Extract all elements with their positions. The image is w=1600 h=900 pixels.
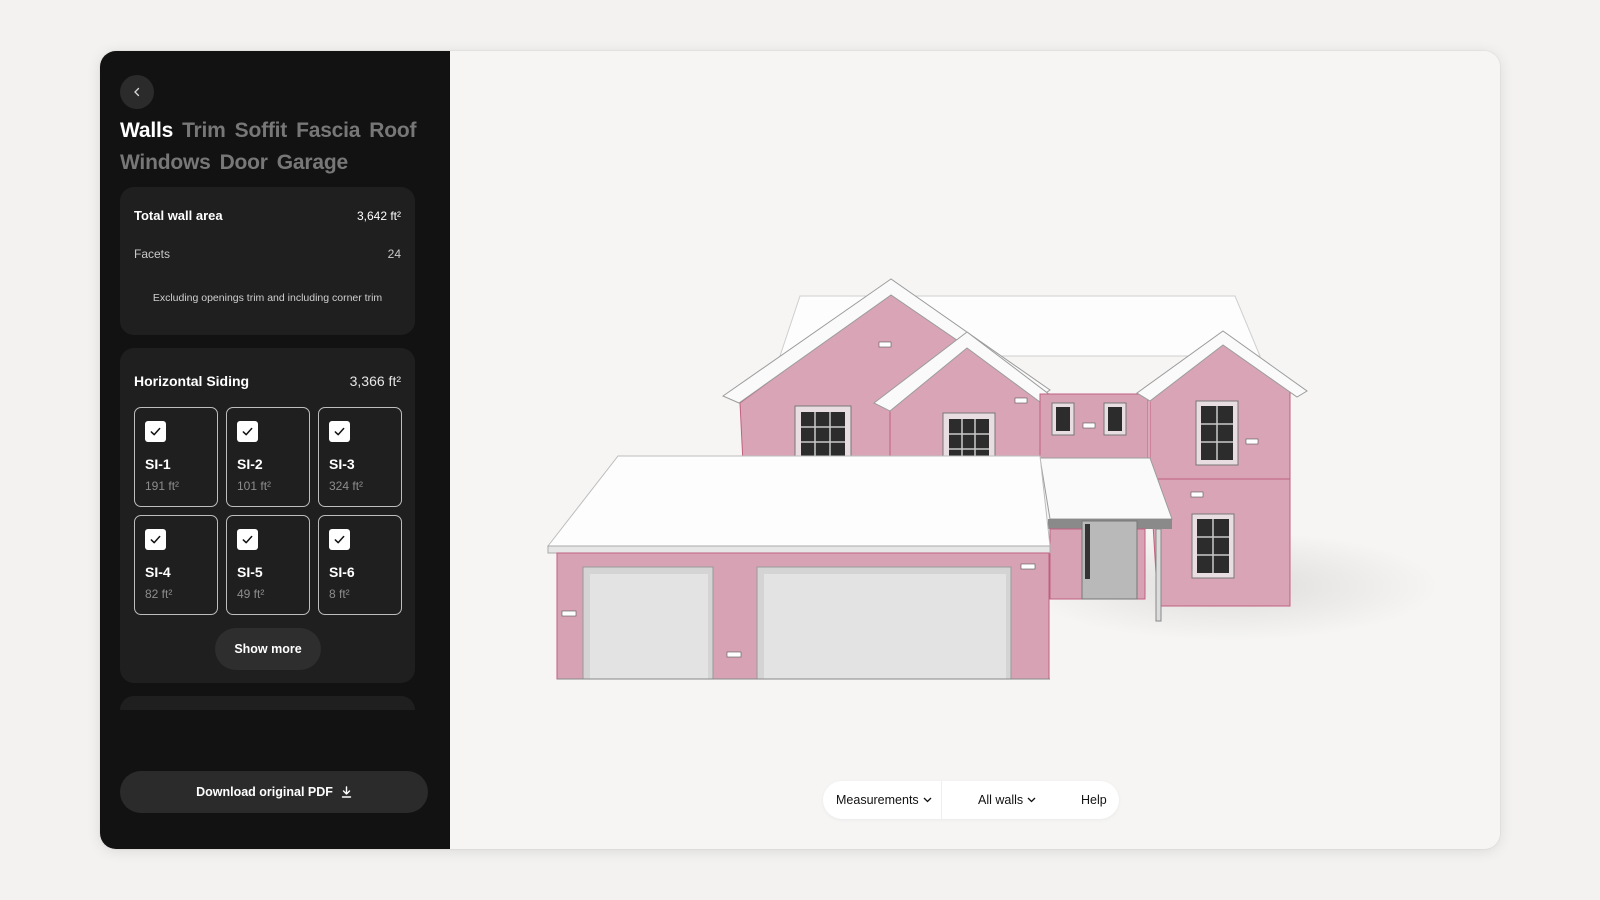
siding-tile-si-4[interactable]: SI-4 82 ft²	[134, 515, 218, 615]
siding-total: 3,366 ft²	[349, 373, 401, 389]
next-card-peek	[120, 696, 415, 710]
total-wall-area-label: Total wall area	[134, 208, 223, 223]
tile-name: SI-3	[329, 456, 355, 472]
tile-area: 49 ft²	[237, 587, 265, 601]
tile-area: 82 ft²	[145, 587, 173, 601]
app-window: Walls Trim Soffit Fascia Roof Windows Do…	[100, 51, 1500, 849]
siding-tile-si-3[interactable]: SI-3 324 ft²	[318, 407, 402, 507]
checkbox-si-5[interactable]	[237, 529, 258, 550]
tile-area: 324 ft²	[329, 479, 364, 493]
tab-trim[interactable]: Trim	[182, 117, 226, 144]
tab-roof[interactable]: Roof	[369, 117, 416, 144]
garage-wall	[556, 552, 1050, 680]
siding-tile-si-2[interactable]: SI-2 101 ft²	[226, 407, 310, 507]
tile-name: SI-2	[237, 456, 263, 472]
wall-right-tower	[1136, 330, 1308, 607]
check-icon	[242, 427, 253, 436]
check-icon	[150, 427, 161, 436]
3d-viewport[interactable]: Measurements All walls Help	[450, 51, 1500, 849]
tab-door[interactable]: Door	[220, 149, 268, 176]
category-tabs: Walls Trim Soffit Fascia Roof Windows Do…	[120, 117, 420, 176]
download-label: Download original PDF	[196, 785, 333, 799]
tile-name: SI-5	[237, 564, 263, 580]
siding-tile-si-5[interactable]: SI-5 49 ft²	[226, 515, 310, 615]
total-wall-area-row: Total wall area 3,642 ft²	[134, 208, 401, 223]
check-icon	[334, 427, 345, 436]
tile-area: 101 ft²	[237, 479, 272, 493]
facets-label: Facets	[134, 247, 171, 261]
facets-value: 24	[387, 247, 401, 261]
walls-label: All walls	[978, 793, 1024, 807]
check-icon	[242, 535, 253, 544]
back-button[interactable]	[120, 75, 154, 109]
checkbox-si-1[interactable]	[145, 421, 166, 442]
tab-garage[interactable]: Garage	[277, 149, 348, 176]
checkbox-si-4[interactable]	[145, 529, 166, 550]
chevron-down-icon	[923, 797, 932, 803]
summary-note: Excluding openings trim and including co…	[152, 292, 383, 304]
chevron-down-icon	[1027, 797, 1036, 803]
tile-name: SI-1	[145, 456, 171, 472]
measurements-dropdown[interactable]: Measurements	[823, 781, 941, 819]
tab-windows[interactable]: Windows	[120, 149, 211, 176]
checkbox-si-6[interactable]	[329, 529, 350, 550]
checkbox-si-2[interactable]	[237, 421, 258, 442]
walls-dropdown[interactable]: All walls	[942, 781, 1068, 819]
tab-fascia[interactable]: Fascia	[296, 117, 360, 144]
tab-walls[interactable]: Walls	[120, 117, 173, 144]
house-3d-model[interactable]	[450, 51, 1500, 849]
siding-grid: SI-1 191 ft² SI-2 101 ft² SI-3 324 ft² S…	[134, 407, 402, 615]
help-button[interactable]: Help	[1068, 781, 1107, 819]
viewport-toolbar: Measurements All walls Help	[823, 781, 1119, 819]
horizontal-siding-card: Horizontal Siding 3,366 ft² SI-1 191 ft²…	[120, 348, 415, 683]
siding-tile-si-6[interactable]: SI-6 8 ft²	[318, 515, 402, 615]
facets-row: Facets 24	[134, 247, 401, 261]
siding-header: Horizontal Siding 3,366 ft²	[134, 373, 401, 389]
garage-roof	[546, 455, 1051, 554]
siding-tile-si-1[interactable]: SI-1 191 ft²	[134, 407, 218, 507]
chevron-left-icon	[134, 87, 140, 97]
download-pdf-button[interactable]: Download original PDF	[120, 771, 428, 813]
siding-title: Horizontal Siding	[134, 373, 250, 389]
tile-name: SI-6	[329, 564, 355, 580]
check-icon	[334, 535, 345, 544]
tab-soffit[interactable]: Soffit	[235, 117, 288, 144]
tile-name: SI-4	[145, 564, 171, 580]
tile-area: 8 ft²	[329, 587, 350, 601]
checkbox-si-3[interactable]	[329, 421, 350, 442]
wall-summary-card: Total wall area 3,642 ft² Facets 24 Excl…	[120, 187, 415, 335]
check-icon	[150, 535, 161, 544]
show-more-button[interactable]: Show more	[215, 628, 321, 670]
tile-area: 191 ft²	[145, 479, 180, 493]
download-icon	[341, 786, 352, 798]
measurements-label: Measurements	[836, 793, 919, 807]
total-wall-area-value: 3,642 ft²	[356, 209, 401, 223]
sidebar: Walls Trim Soffit Fascia Roof Windows Do…	[100, 51, 450, 849]
